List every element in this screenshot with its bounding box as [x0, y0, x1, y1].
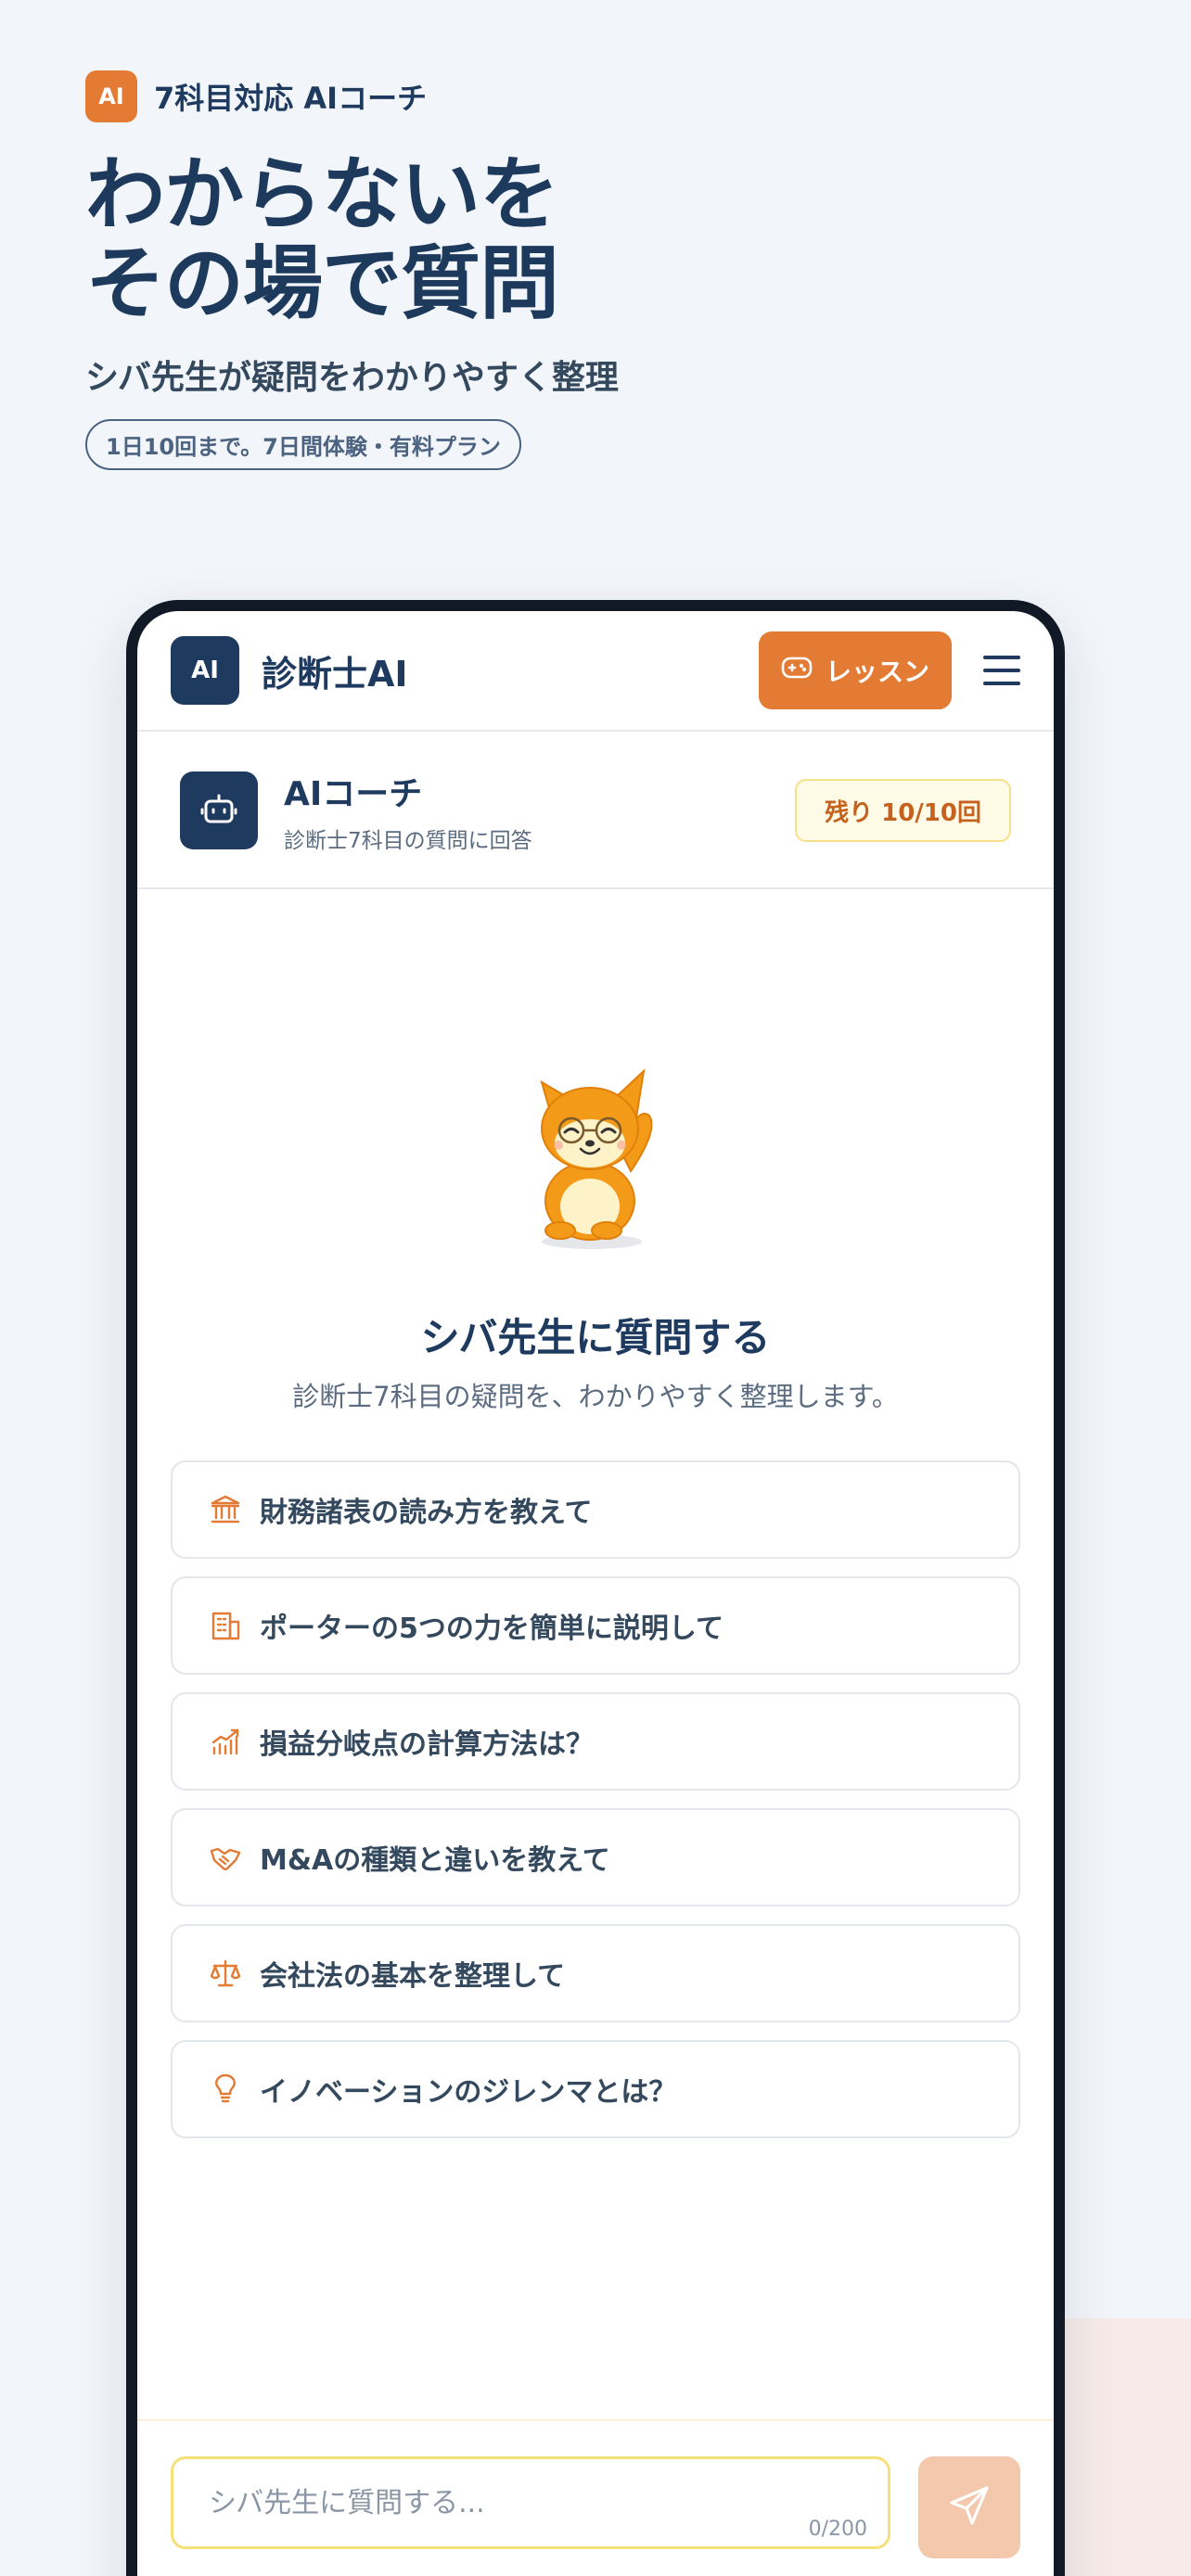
chart-icon: [208, 1724, 243, 1759]
suggestion-item[interactable]: 財務諸表の読み方を教えて: [171, 1460, 1020, 1559]
app-logo[interactable]: AI: [171, 636, 239, 705]
app-screen: AI 診断士AI レッスン AIコーチ 診断士7科目の質問に回答 残り 10/1…: [137, 611, 1054, 2576]
suggestion-item[interactable]: 損益分岐点の計算方法は？: [171, 1692, 1020, 1791]
hero-headline: わからないを その場で質問: [85, 150, 1106, 328]
phone-frame: AI 診断士AI レッスン AIコーチ 診断士7科目の質問に回答 残り 10/1…: [126, 600, 1065, 2576]
ai-badge: AI: [85, 70, 137, 122]
suggestion-label: 会社法の基本を整理して: [260, 1960, 566, 1993]
app-name: 診断士AI: [262, 653, 408, 695]
empty-state-subtitle: 診断士7科目の疑問を、わかりやすく整理します。: [292, 1381, 899, 1412]
page: AI 7科目対応 AIコーチ わからないを その場で質問 シバ先生が疑問をわかり…: [0, 0, 1191, 2576]
question-input[interactable]: [173, 2459, 888, 2546]
hero-subhead: シバ先生が疑問をわかりやすく整理: [85, 359, 619, 397]
plan-pill: 1日10回まで。7日間体験・有料プラン: [85, 419, 521, 470]
gamepad-icon: [781, 656, 813, 686]
building-icon: [208, 1608, 243, 1643]
suggestion-list: 財務諸表の読み方を教えて ポーターの5つの力を簡単に説明して 損益分岐点の計算方…: [171, 1460, 1020, 2156]
suggestion-item[interactable]: ポーターの5つの力を簡単に説明して: [171, 1576, 1020, 1675]
suggestion-item[interactable]: イノベーションのジレンマとは？: [171, 2040, 1020, 2138]
coach-title: AIコーチ: [284, 775, 423, 813]
suggestion-label: ポーターの5つの力を簡単に説明して: [260, 1613, 724, 1645]
remaining-count-badge: 残り 10/10回: [795, 779, 1011, 842]
suggestion-label: イノベーションのジレンマとは？: [260, 2076, 677, 2109]
suggestion-label: M&Aの種類と違いを教えて: [260, 1844, 610, 1877]
corner-decoration: [1057, 2318, 1191, 2576]
bank-icon: [208, 1492, 243, 1527]
coach-subtitle: 診断士7科目の質問に回答: [284, 829, 532, 853]
hero-badge-text: 7科目対応 AIコーチ: [154, 81, 428, 116]
coach-text: AIコーチ 診断士7科目の質問に回答: [284, 767, 532, 854]
lesson-button-label: レッスン: [825, 657, 929, 687]
character-counter: 0/200: [808, 2518, 867, 2541]
send-icon: [948, 2484, 991, 2531]
message-composer: 0/200: [137, 2419, 1054, 2576]
app-header: AI 診断士AI レッスン: [137, 611, 1054, 732]
hero-headline-line1: わからないを: [85, 148, 559, 241]
coach-header: AIコーチ 診断士7科目の質問に回答 残り 10/10回: [137, 733, 1054, 889]
hamburger-menu-icon[interactable]: [983, 652, 1020, 689]
send-button[interactable]: [918, 2456, 1020, 2558]
lightbulb-icon: [208, 2072, 243, 2107]
robot-icon: [180, 772, 258, 849]
hero-badge-row: AI 7科目対応 AIコーチ: [85, 70, 1106, 122]
handshake-icon: [208, 1840, 243, 1875]
lesson-button[interactable]: レッスン: [759, 631, 952, 709]
hero: AI 7科目対応 AIコーチ わからないを その場で質問 シバ先生が疑問をわかり…: [85, 70, 1106, 470]
suggestion-item[interactable]: 会社法の基本を整理して: [171, 1924, 1020, 2022]
scale-icon: [208, 1956, 243, 1991]
suggestion-label: 損益分岐点の計算方法は？: [260, 1728, 594, 1761]
suggestion-item[interactable]: M&Aの種類と違いを教えて: [171, 1808, 1020, 1906]
question-input-wrapper: 0/200: [171, 2456, 890, 2549]
shiba-mascot-icon: [540, 1068, 653, 1249]
empty-state-title: シバ先生に質問する: [420, 1315, 771, 1360]
hero-headline-line2: その場で質問: [85, 237, 559, 330]
suggestion-label: 財務諸表の読み方を教えて: [260, 1497, 593, 1529]
